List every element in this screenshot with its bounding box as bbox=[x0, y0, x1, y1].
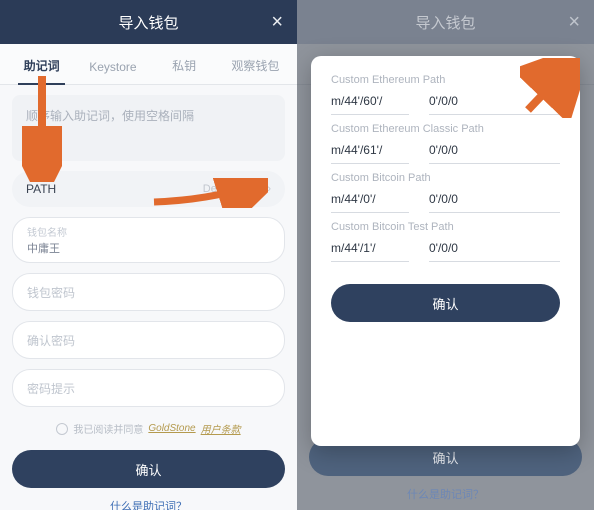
password-hint-field[interactable]: 密码提示 bbox=[12, 369, 285, 407]
path-value-wrap: Default Path › bbox=[203, 183, 271, 195]
modal-confirm-label: 确认 bbox=[432, 294, 458, 313]
screen-import-wallet: 导入钱包 × 助记词 Keystore 私钥 观察钱包 顺序输入助记词，使用空格… bbox=[0, 0, 297, 510]
tab-watch-wallet[interactable]: 观察钱包 bbox=[220, 57, 291, 84]
path-suffix-input[interactable]: 0'/0/0 bbox=[429, 143, 560, 164]
terms-row[interactable]: 我已阅读并同意 GoldStone 用户条款 bbox=[12, 421, 285, 436]
path-suffix-input[interactable]: 0'/0/0 bbox=[429, 241, 560, 262]
path-prefix-input[interactable]: m/44'/61'/ bbox=[331, 143, 409, 164]
tabs: 助记词 Keystore 私钥 观察钱包 bbox=[0, 44, 297, 85]
section-label-eth: Custom Ethereum Path bbox=[331, 74, 560, 86]
wallet-name-value: 中庸王 bbox=[27, 240, 60, 256]
password-hint-placeholder: 密码提示 bbox=[27, 380, 75, 397]
bg-help-link: 什么是助记词？ bbox=[297, 486, 594, 502]
header: 导入钱包 × bbox=[297, 0, 594, 44]
chevron-right-icon: › bbox=[267, 183, 271, 195]
path-row-eth: m/44'/60'/ 0'/0/0 bbox=[331, 94, 560, 115]
terms-suffix[interactable]: 用户条款 bbox=[201, 421, 241, 436]
tab-mnemonic[interactable]: 助记词 bbox=[6, 57, 77, 84]
terms-prefix: 我已阅读并同意 bbox=[73, 421, 143, 436]
checkbox-icon[interactable] bbox=[56, 423, 68, 435]
page-title: 导入钱包 bbox=[415, 12, 475, 33]
path-suffix-input[interactable]: 0'/0/0 bbox=[429, 192, 560, 213]
section-label-etc: Custom Ethereum Classic Path bbox=[331, 123, 560, 135]
tab-private-key[interactable]: 私钥 bbox=[149, 57, 220, 84]
page-title: 导入钱包 bbox=[118, 12, 178, 33]
terms-brand[interactable]: GoldStone bbox=[148, 423, 195, 434]
path-value: Default Path bbox=[203, 183, 264, 195]
help-link-label: 什么是助记词？ bbox=[110, 501, 187, 510]
confirm-label: 确认 bbox=[135, 460, 161, 479]
bg-confirm-label: 确认 bbox=[432, 448, 458, 467]
help-link[interactable]: 什么是助记词？ bbox=[0, 498, 297, 510]
path-row-etc: m/44'/61'/ 0'/0/0 bbox=[331, 143, 560, 164]
path-selector[interactable]: PATH Default Path › bbox=[12, 171, 285, 207]
tab-keystore[interactable]: Keystore bbox=[77, 60, 148, 84]
modal-confirm-button[interactable]: 确认 bbox=[331, 284, 560, 322]
wallet-name-label: 钱包名称 bbox=[27, 224, 67, 239]
path-row-btc-test: m/44'/1'/ 0'/0/0 bbox=[331, 241, 560, 262]
path-prefix-input[interactable]: m/44'/60'/ bbox=[331, 94, 409, 115]
wallet-password-field[interactable]: 钱包密码 bbox=[12, 273, 285, 311]
path-prefix-input[interactable]: m/44'/1'/ bbox=[331, 241, 409, 262]
close-icon[interactable]: × bbox=[568, 12, 580, 32]
mnemonic-placeholder: 顺序输入助记词，使用空格间隔 bbox=[26, 109, 194, 123]
path-row-btc: m/44'/0'/ 0'/0/0 bbox=[331, 192, 560, 213]
path-prefix-input[interactable]: m/44'/0'/ bbox=[331, 192, 409, 213]
section-label-btc: Custom Bitcoin Path bbox=[331, 172, 560, 184]
section-label-btc-test: Custom Bitcoin Test Path bbox=[331, 221, 560, 233]
path-modal: Custom Ethereum Path m/44'/60'/ 0'/0/0 C… bbox=[311, 56, 580, 446]
header: 导入钱包 × bbox=[0, 0, 297, 44]
form-content: 顺序输入助记词，使用空格间隔 PATH Default Path › 钱包名称 … bbox=[0, 85, 297, 436]
confirm-password-placeholder: 确认密码 bbox=[27, 332, 75, 349]
screen-path-popup: 导入钱包 × 助记词 Keystore 私钥 观察钱包 确认 什么是助记词？ C… bbox=[297, 0, 594, 510]
path-label: PATH bbox=[26, 182, 56, 196]
confirm-password-field[interactable]: 确认密码 bbox=[12, 321, 285, 359]
confirm-button[interactable]: 确认 bbox=[12, 450, 285, 488]
wallet-name-field[interactable]: 钱包名称 中庸王 bbox=[12, 217, 285, 263]
mnemonic-input[interactable]: 顺序输入助记词，使用空格间隔 bbox=[12, 95, 285, 161]
path-suffix-input[interactable]: 0'/0/0 bbox=[429, 94, 560, 115]
close-icon[interactable]: × bbox=[271, 12, 283, 32]
wallet-password-placeholder: 钱包密码 bbox=[27, 284, 75, 301]
